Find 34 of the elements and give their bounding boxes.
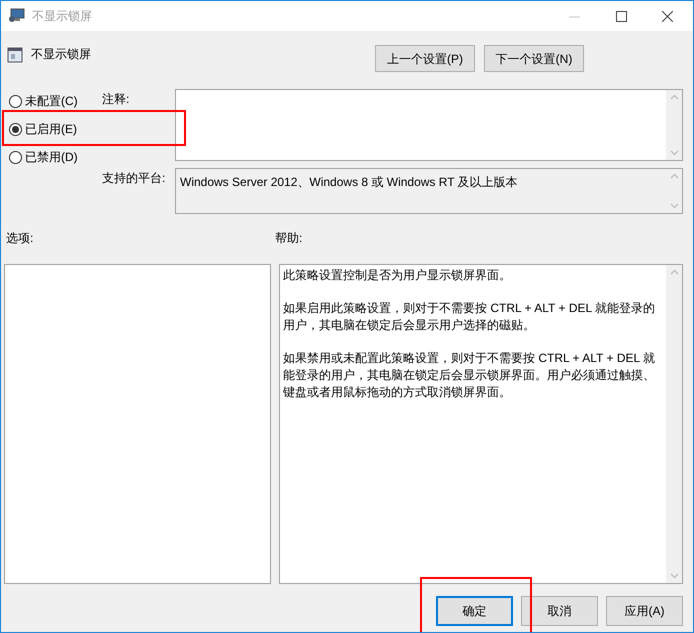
scroll-up-icon[interactable]	[670, 269, 678, 275]
scroll-down-icon[interactable]	[670, 150, 678, 156]
dialog-button[interactable]: 应用(A)	[606, 596, 683, 626]
help-paragraph: 如果启用此策略设置，则对于不需要按 CTRL + ALT + DEL 就能登录的用户，其电脑在锁定后会显示用户选择的磁贴。	[283, 300, 656, 334]
platform-text: Windows Server 2012、Windows 8 或 Windows RT 及以上版本	[179, 174, 519, 191]
radio-button[interactable]	[9, 150, 22, 164]
comment-label: 注释:	[102, 91, 130, 108]
scroll-up-icon[interactable]	[670, 94, 678, 100]
help-label: 帮助:	[275, 230, 302, 247]
scroll-down-icon[interactable]	[670, 203, 678, 209]
radio-option[interactable]: 已启用(E)	[9, 120, 102, 138]
help-paragraph: 此策略设置控制是否为用户显示锁屏界面。	[283, 267, 512, 284]
scrollbar[interactable]	[666, 265, 682, 583]
radio-button[interactable]	[9, 122, 22, 136]
nav-button[interactable]: 下一个设置(N)	[484, 45, 584, 72]
close-icon[interactable]	[662, 10, 673, 22]
maximize-icon[interactable]	[616, 10, 627, 22]
radio-option[interactable]: 已禁用(D)	[9, 148, 102, 166]
policy-icon	[7, 47, 23, 63]
scroll-down-icon[interactable]	[670, 573, 678, 579]
policy-name: 不显示锁屏	[31, 46, 91, 63]
dialog-button[interactable]: 取消	[521, 596, 598, 626]
help-paragraph: 如果禁用或未配置此策略设置，则对于不需要按 CTRL + ALT + DEL 就能登录的用户，其电脑在锁定后会显示锁屏界面。用户必须通过触摸、键盘或者用鼠标拖动的方式取消锁屏界面。	[283, 350, 656, 401]
scroll-up-icon[interactable]	[670, 173, 678, 179]
dialog-button[interactable]: 确定	[436, 596, 513, 626]
platform-label: 支持的平台:	[102, 170, 166, 187]
window-title: 不显示锁屏	[32, 8, 92, 25]
radio-option[interactable]: 未配置(C)	[9, 92, 102, 110]
options-label: 选项:	[5, 230, 34, 247]
radio-button[interactable]	[9, 94, 22, 108]
comment-field[interactable]	[175, 89, 683, 161]
nav-button[interactable]: 上一个设置(P)	[375, 45, 475, 72]
scrollbar[interactable]	[666, 90, 682, 160]
computer-icon	[8, 8, 26, 24]
